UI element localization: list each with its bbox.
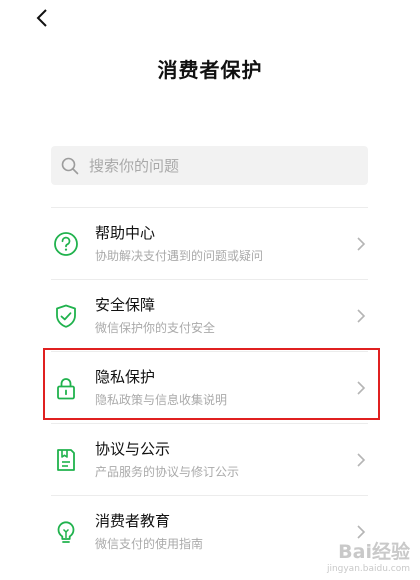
search-bar[interactable] bbox=[51, 146, 368, 185]
menu-item-consumer-education[interactable]: 消费者教育 微信支付的使用指南 bbox=[51, 496, 368, 567]
menu-item-label: 协议与公示 bbox=[95, 439, 171, 458]
question-circle-icon bbox=[52, 230, 80, 258]
menu-item-subtitle: 微信保护你的支付安全 bbox=[95, 320, 216, 335]
shield-check-icon bbox=[52, 302, 80, 330]
chevron-right-icon bbox=[357, 525, 366, 539]
menu-item-agreements[interactable]: 协议与公示 产品服务的协议与修订公示 bbox=[51, 424, 368, 495]
chevron-right-icon bbox=[357, 237, 366, 251]
screen: 消费者保护 帮助中心 协助解决支付遇到的问题或疑问 bbox=[0, 0, 420, 580]
menu-item-privacy[interactable]: 隐私保护 隐私政策与信息收集说明 bbox=[51, 352, 368, 423]
bookmark-doc-icon bbox=[52, 446, 80, 474]
menu-item-label: 安全保障 bbox=[95, 295, 156, 314]
back-arrow-icon bbox=[36, 9, 47, 27]
menu-item-security[interactable]: 安全保障 微信保护你的支付安全 bbox=[51, 280, 368, 351]
menu-item-subtitle: 隐私政策与信息收集说明 bbox=[95, 392, 228, 407]
chevron-right-icon bbox=[357, 453, 366, 467]
search-icon bbox=[61, 157, 79, 175]
search-input[interactable] bbox=[87, 155, 351, 176]
chevron-right-icon bbox=[357, 309, 366, 323]
back-button[interactable] bbox=[30, 6, 54, 30]
menu-item-label: 隐私保护 bbox=[95, 367, 156, 386]
menu-item-subtitle: 协助解决支付遇到的问题或疑问 bbox=[95, 248, 264, 263]
lock-icon bbox=[52, 374, 80, 402]
chevron-right-icon bbox=[357, 381, 366, 395]
page-title: 消费者保护 bbox=[157, 58, 263, 82]
menu-item-help-center[interactable]: 帮助中心 协助解决支付遇到的问题或疑问 bbox=[51, 208, 368, 279]
menu-list: 帮助中心 协助解决支付遇到的问题或疑问 安全保障 微信保护你的支付安全 隐私保护… bbox=[51, 207, 368, 567]
menu-item-label: 帮助中心 bbox=[95, 223, 156, 242]
lightbulb-icon bbox=[52, 518, 80, 546]
menu-item-subtitle: 产品服务的协议与修订公示 bbox=[95, 464, 240, 479]
menu-item-subtitle: 微信支付的使用指南 bbox=[95, 536, 204, 551]
menu-item-label: 消费者教育 bbox=[95, 511, 171, 530]
